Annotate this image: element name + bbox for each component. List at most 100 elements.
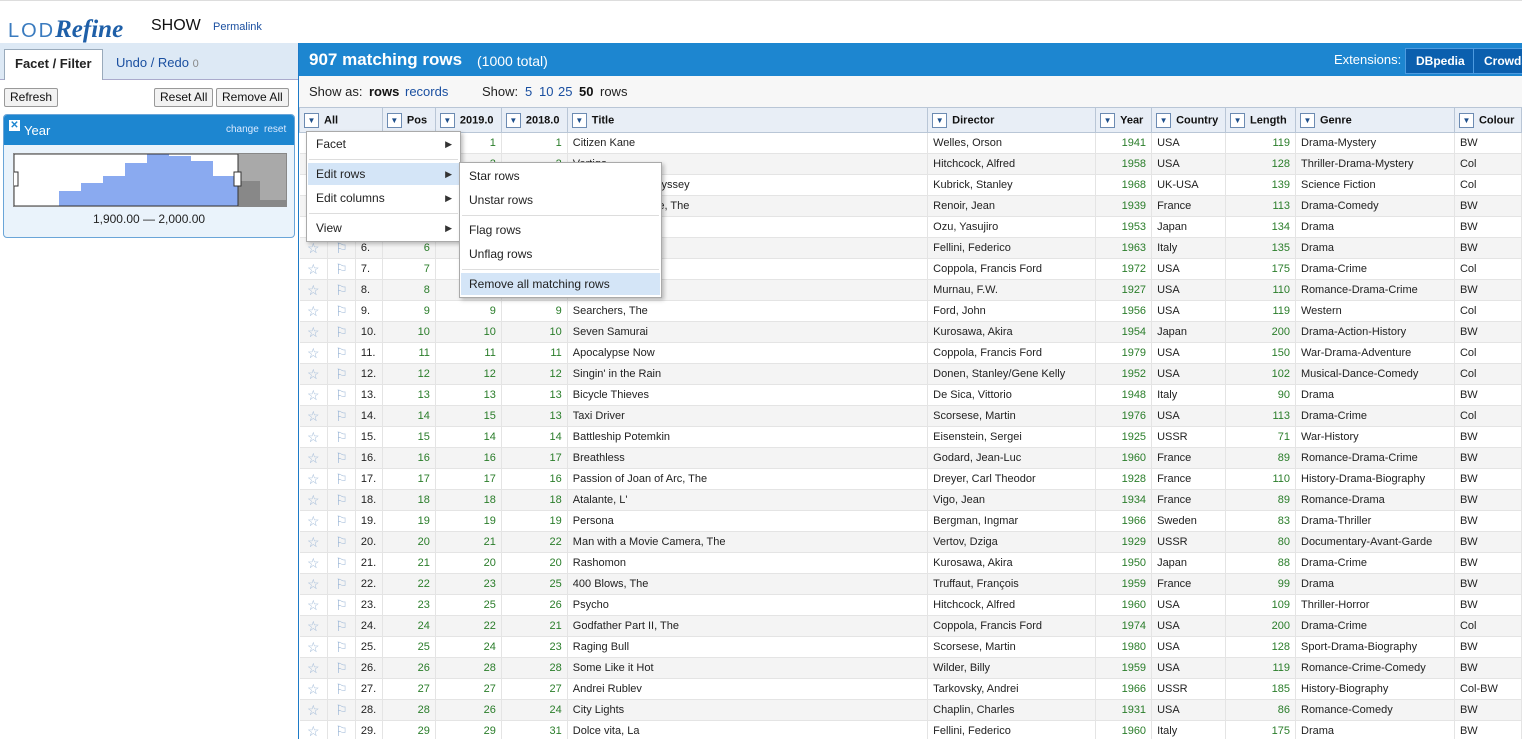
star-icon[interactable]: ☆	[299, 384, 328, 406]
cell-2019[interactable]: 14	[435, 426, 502, 448]
cell-year[interactable]: 1956	[1095, 300, 1153, 322]
histogram-right-handle[interactable]	[233, 171, 242, 187]
cell-genre[interactable]: Drama-Crime	[1295, 405, 1455, 427]
cell-2018[interactable]: 13	[501, 405, 568, 427]
flag-icon[interactable]: ⚐	[327, 531, 356, 553]
cell-director[interactable]: Hitchcock, Alfred	[927, 153, 1097, 175]
star-icon[interactable]: ☆	[299, 615, 328, 637]
cell-length[interactable]: 102	[1225, 363, 1296, 385]
cell-genre[interactable]: War-History	[1295, 426, 1455, 448]
cell-2018[interactable]: 1	[501, 132, 568, 154]
tab-undo-redo[interactable]: Undo / Redo 0	[106, 49, 209, 78]
cell-title[interactable]: Seven Samurai	[567, 321, 929, 343]
cell-country[interactable]: USSR	[1151, 678, 1227, 700]
dropdown-arrow-icon[interactable]: ▼	[1458, 112, 1474, 128]
star-icon[interactable]: ☆	[299, 342, 328, 364]
cell-length[interactable]: 200	[1225, 321, 1296, 343]
cell-director[interactable]: Kurosawa, Akira	[927, 552, 1097, 574]
cell-country[interactable]: Japan	[1151, 216, 1227, 238]
cell-length[interactable]: 135	[1225, 237, 1296, 259]
star-icon[interactable]: ☆	[299, 426, 328, 448]
cell-length[interactable]: 139	[1225, 174, 1296, 196]
cell-title[interactable]: Taxi Driver	[567, 405, 929, 427]
cell-length[interactable]: 150	[1225, 342, 1296, 364]
cell-genre[interactable]: Drama	[1295, 573, 1455, 595]
cell-year[interactable]: 1931	[1095, 699, 1153, 721]
table-row[interactable]: ☆ ⚐ 22. 22 23 25 400 Blows, The Truffaut, Franç…	[299, 573, 1522, 595]
cell-title[interactable]: Rashomon	[567, 552, 929, 574]
cell-2019[interactable]: 11	[435, 342, 502, 364]
flag-icon[interactable]: ⚐	[327, 426, 356, 448]
cell-2019[interactable]: 18	[435, 489, 502, 511]
dropdown-arrow-icon[interactable]: ▼	[1156, 112, 1172, 128]
cell-pos[interactable]: 20	[382, 531, 436, 553]
cell-pos[interactable]: 9	[382, 300, 436, 322]
cell-title[interactable]: Singin' in the Rain	[567, 363, 929, 385]
cell-length[interactable]: 80	[1225, 531, 1296, 553]
dropdown-arrow-icon[interactable]: ▼	[571, 112, 587, 128]
flag-icon[interactable]: ⚐	[327, 720, 356, 739]
cell-director[interactable]: Welles, Orson	[927, 132, 1097, 154]
cell-2018[interactable]: 28	[501, 657, 568, 679]
cell-colour[interactable]: BW	[1454, 531, 1522, 553]
table-row[interactable]: ☆ ⚐ 19. 19 19 19 Persona Bergman, Ingmar 1966 Swe…	[299, 510, 1522, 532]
cell-2019[interactable]: 21	[435, 531, 502, 553]
cell-country[interactable]: USA	[1151, 594, 1227, 616]
star-icon[interactable]: ☆	[299, 552, 328, 574]
flag-icon[interactable]: ⚐	[327, 615, 356, 637]
cell-country[interactable]: France	[1151, 447, 1227, 469]
cell-colour[interactable]: Col	[1454, 405, 1522, 427]
cell-pos[interactable]: 8	[382, 279, 436, 301]
cell-genre[interactable]: Romance-Drama	[1295, 489, 1455, 511]
cell-pos[interactable]: 13	[382, 384, 436, 406]
reset-all-button[interactable]: Reset All	[154, 88, 214, 107]
dropdown-arrow-icon[interactable]: ▼	[1100, 112, 1116, 128]
cell-colour[interactable]: BW	[1454, 384, 1522, 406]
cell-genre[interactable]: History-Drama-Biography	[1295, 468, 1455, 490]
dropdown-arrow-icon[interactable]: ▼	[439, 112, 455, 128]
facet-change-link[interactable]: change	[226, 124, 259, 135]
table-row[interactable]: ☆ ⚐ 10. 10 10 10 Seven Samurai Kurosawa, Akira 1…	[299, 321, 1522, 343]
cell-length[interactable]: 119	[1225, 300, 1296, 322]
cell-title[interactable]: Atalante, L'	[567, 489, 929, 511]
cell-genre[interactable]: Drama	[1295, 720, 1455, 739]
star-icon[interactable]: ☆	[299, 363, 328, 385]
cell-title[interactable]: Godfather Part II, The	[567, 615, 929, 637]
view-rows-option[interactable]: rows	[369, 84, 399, 99]
column-header-2019[interactable]: ▼ 2019.0	[434, 107, 502, 133]
cell-2019[interactable]: 16	[435, 447, 502, 469]
flag-icon[interactable]: ⚐	[327, 489, 356, 511]
cell-2019[interactable]: 20	[435, 552, 502, 574]
menu-item-facet[interactable]: Facet ▶	[308, 133, 459, 155]
close-icon[interactable]: ✕	[9, 120, 20, 131]
flag-icon[interactable]: ⚐	[327, 510, 356, 532]
cell-length[interactable]: 89	[1225, 447, 1296, 469]
cell-pos[interactable]: 18	[382, 489, 436, 511]
cell-country[interactable]: Sweden	[1151, 510, 1227, 532]
cell-director[interactable]: Wilder, Billy	[927, 657, 1097, 679]
dropdown-arrow-icon[interactable]: ▼	[1300, 112, 1315, 128]
cell-year[interactable]: 1963	[1095, 237, 1153, 259]
cell-colour[interactable]: BW	[1454, 636, 1522, 658]
cell-title[interactable]: Raging Bull	[567, 636, 929, 658]
dropdown-arrow-icon[interactable]: ▼	[932, 112, 948, 128]
star-icon[interactable]: ☆	[299, 447, 328, 469]
cell-length[interactable]: 200	[1225, 615, 1296, 637]
tab-facet-filter[interactable]: Facet / Filter	[4, 49, 103, 80]
cell-year[interactable]: 1960	[1095, 447, 1153, 469]
cell-genre[interactable]: Drama-Crime	[1295, 615, 1455, 637]
cell-year[interactable]: 1980	[1095, 636, 1153, 658]
project-name[interactable]: SHOW	[151, 17, 201, 35]
cell-genre[interactable]: Drama	[1295, 237, 1455, 259]
column-header-country[interactable]: ▼ Country	[1151, 107, 1227, 133]
cell-year[interactable]: 1950	[1095, 552, 1153, 574]
cell-colour[interactable]: BW	[1454, 321, 1522, 343]
cell-director[interactable]: Kurosawa, Akira	[927, 321, 1097, 343]
dropdown-arrow-icon[interactable]: ▼	[304, 112, 319, 128]
star-icon[interactable]: ☆	[299, 405, 328, 427]
star-icon[interactable]: ☆	[299, 720, 328, 739]
cell-2018[interactable]: 22	[501, 531, 568, 553]
cell-2019[interactable]: 25	[435, 594, 502, 616]
dropdown-arrow-icon[interactable]: ▼	[505, 112, 521, 128]
cell-year[interactable]: 1929	[1095, 531, 1153, 553]
